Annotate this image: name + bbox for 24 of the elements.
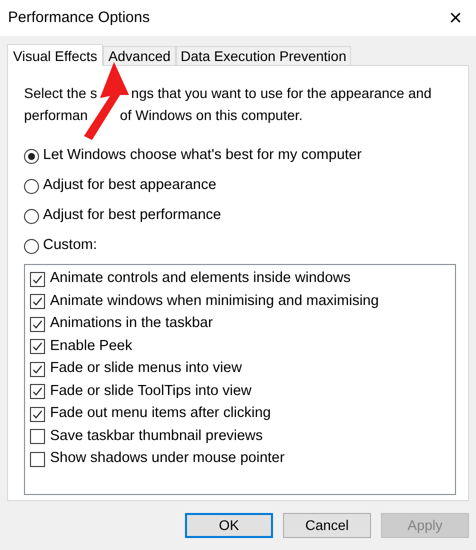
intro-text: of Windows on this computer. <box>120 106 303 125</box>
effect-option[interactable]: Animate windows when minimising and maximising <box>30 290 455 313</box>
radio-option[interactable]: Let Windows choose what's best for my computer <box>24 145 452 167</box>
effect-option[interactable]: Enable Peek <box>30 336 455 358</box>
effect-option[interactable]: Save taskbar thumbnail previews <box>30 426 455 448</box>
close-button[interactable]: × <box>449 7 462 29</box>
intro-text: performan <box>24 106 88 125</box>
effect-option[interactable]: Fade out menu items after clicking <box>30 403 455 426</box>
tab[interactable]: Data Execution Prevention <box>176 46 352 65</box>
effect-option[interactable]: Animations in the taskbar <box>30 313 455 336</box>
effect-option[interactable]: Fade or slide ToolTips into view <box>30 380 455 403</box>
effect-option[interactable]: Show shadows under mouse pointer <box>30 448 455 470</box>
effect-option[interactable]: Fade or slide menus into view <box>30 358 455 380</box>
intro-text: Select the s <box>24 84 98 102</box>
radio-option[interactable]: Custom: <box>24 235 452 257</box>
intro-text: ngs that you want to use for the appearance and <box>131 84 432 103</box>
radio-option[interactable]: Adjust for best appearance <box>24 175 452 197</box>
tab[interactable]: Visual Effects <box>7 44 104 66</box>
dialog-button[interactable]: Cancel <box>283 513 371 538</box>
window-title: Performance Options <box>8 8 150 28</box>
radio-option[interactable]: Adjust for best performance <box>24 205 452 227</box>
dialog-button[interactable]: OK <box>185 513 273 538</box>
tab[interactable]: Advanced <box>103 46 176 65</box>
effect-option[interactable]: Animate controls and elements inside windows <box>30 268 455 290</box>
